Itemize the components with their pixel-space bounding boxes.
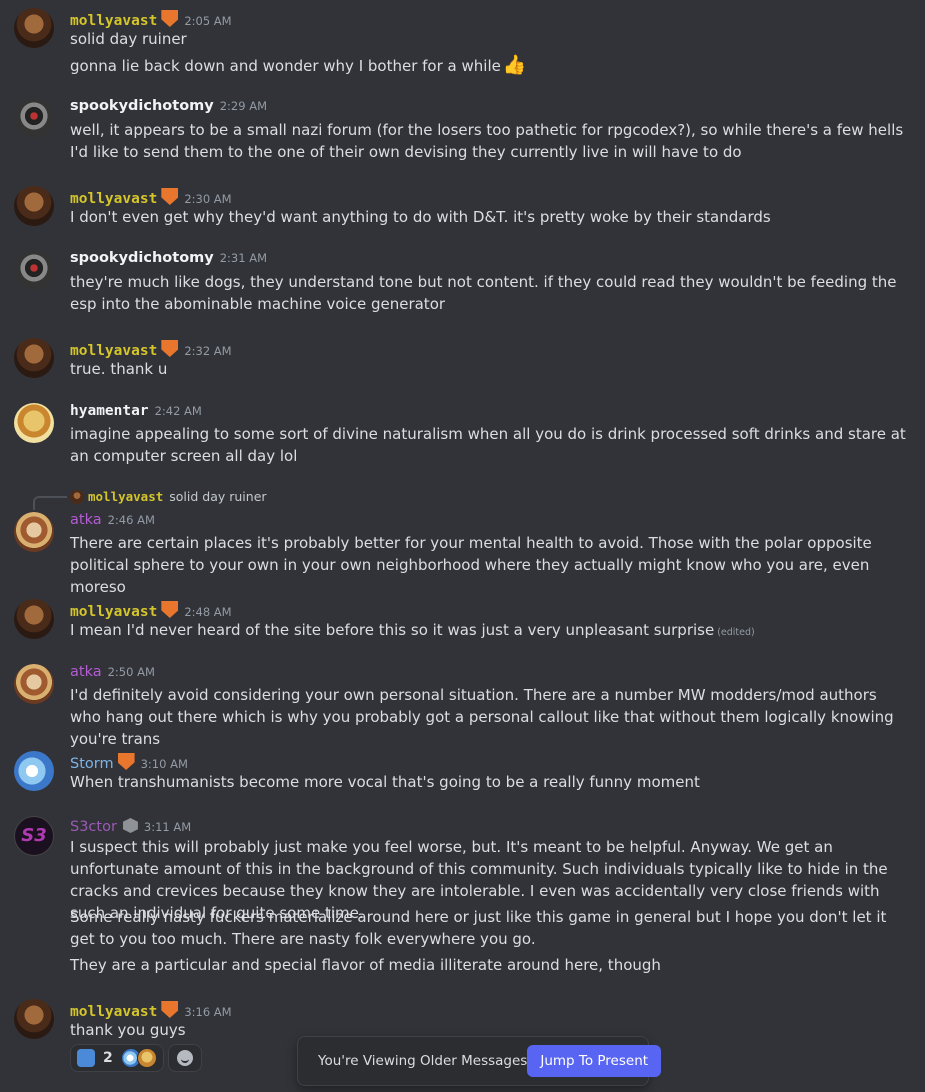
reply-connector: [33, 496, 67, 510]
message-header: spookydichotomy 2:29 AM: [70, 98, 267, 114]
avatar[interactable]: S3: [14, 816, 54, 856]
message-text: When transhumanists become more vocal th…: [70, 773, 700, 791]
message-text: I mean I'd never heard of the site befor…: [70, 619, 910, 644]
message-text-content: gonna lie back down and wonder why I bot…: [70, 57, 501, 75]
reply-username[interactable]: mollyavast: [88, 489, 163, 504]
message-text: well, it appears to be a small nazi foru…: [70, 121, 904, 161]
message-text: solid day ruiner: [70, 30, 187, 48]
username[interactable]: spookydichotomy: [70, 98, 214, 114]
thumbs-up-emoji-icon: 👍: [502, 54, 527, 76]
avatar[interactable]: [14, 999, 54, 1039]
message-header: hyamentar 2:42 AM: [70, 403, 202, 419]
message-header: mollyavast 2:32 AM: [70, 338, 232, 359]
role-badge-icon: [161, 601, 179, 618]
message-text: I don't even get why they'd want anythin…: [70, 208, 771, 226]
role-badge-icon: [161, 10, 179, 27]
username[interactable]: atka: [70, 664, 102, 680]
add-reaction-button[interactable]: [167, 1044, 202, 1072]
timestamp: 2:46 AM: [107, 513, 155, 527]
message-header: spookydichotomy 2:31 AM: [70, 250, 267, 266]
avatar[interactable]: [14, 599, 54, 639]
username[interactable]: spookydichotomy: [70, 250, 214, 266]
message-text: I'd definitely avoid considering your ow…: [70, 686, 894, 748]
older-messages-bar: You're Viewing Older Messages Jump To Pr…: [297, 1036, 662, 1086]
older-messages-text: You're Viewing Older Messages: [318, 1053, 528, 1069]
message-text: they're much like dogs, they understand …: [70, 273, 897, 313]
username[interactable]: S3ctor: [70, 819, 117, 835]
timestamp: 2:48 AM: [184, 605, 232, 619]
role-badge-icon: [161, 188, 179, 205]
username[interactable]: mollyavast: [70, 343, 157, 359]
message-header: mollyavast 2:48 AM: [70, 599, 232, 620]
message-header: atka 2:50 AM: [70, 664, 155, 680]
message-header: Storm 3:10 AM: [70, 751, 188, 772]
avatar[interactable]: [14, 403, 54, 443]
timestamp: 2:29 AM: [219, 99, 267, 113]
clan-badge-icon: [122, 818, 138, 833]
avatar[interactable]: [14, 338, 54, 378]
message-header: mollyavast 2:05 AM: [70, 8, 232, 29]
timestamp: 2:32 AM: [184, 344, 232, 358]
message-text: gonna lie back down and wonder why I bot…: [70, 54, 910, 77]
avatar-text: S3: [21, 825, 47, 846]
username[interactable]: mollyavast: [70, 191, 157, 207]
reply-avatar: [70, 489, 84, 504]
timestamp: 3:16 AM: [184, 1005, 232, 1019]
jump-to-present-button[interactable]: Jump To Present: [527, 1045, 662, 1077]
timestamp: 2:05 AM: [184, 14, 232, 28]
username[interactable]: mollyavast: [70, 13, 157, 29]
message-text: true. thank u: [70, 360, 168, 378]
reactor-avatar: [136, 1048, 157, 1068]
reply-preview[interactable]: mollyavast solid day ruiner: [70, 489, 267, 504]
message-text: There are certain places it's probably b…: [70, 534, 872, 596]
username[interactable]: hyamentar: [70, 403, 149, 419]
timestamp: 2:50 AM: [107, 665, 155, 679]
reply-text[interactable]: solid day ruiner: [169, 489, 266, 504]
reactor-avatars: [120, 1048, 157, 1068]
avatar[interactable]: [14, 664, 54, 704]
username[interactable]: Storm: [70, 756, 114, 772]
timestamp: 2:31 AM: [219, 251, 267, 265]
role-badge-icon: [161, 340, 179, 357]
smiley-icon: [176, 1050, 193, 1066]
message-header: mollyavast 2:30 AM: [70, 186, 232, 207]
timestamp: 3:11 AM: [143, 820, 192, 834]
timestamp: 2:42 AM: [154, 404, 202, 418]
message-text-content: I mean I'd never heard of the site befor…: [70, 621, 715, 639]
username[interactable]: atka: [70, 512, 102, 528]
message-header: S3ctor 3:11 AM: [70, 816, 191, 835]
avatar[interactable]: [14, 751, 54, 791]
reactions-bar: 2: [70, 1044, 202, 1072]
message-text: They are a particular and special flavor…: [70, 956, 661, 974]
message-header: atka 2:46 AM: [70, 512, 155, 528]
message-header: mollyavast 3:16 AM: [70, 999, 232, 1020]
avatar[interactable]: [14, 8, 54, 48]
reaction-pill[interactable]: 2: [70, 1044, 164, 1072]
edited-label: (edited): [717, 627, 755, 638]
timestamp: 2:30 AM: [184, 192, 232, 206]
message-text: imagine appealing to some sort of divine…: [70, 425, 906, 465]
timestamp: 3:10 AM: [140, 757, 188, 771]
avatar[interactable]: [14, 250, 54, 290]
custom-emoji-icon: [77, 1049, 95, 1067]
role-badge-icon: [117, 753, 135, 770]
role-badge-icon: [161, 1001, 179, 1018]
username[interactable]: mollyavast: [70, 604, 157, 620]
avatar[interactable]: [14, 512, 54, 552]
avatar[interactable]: [14, 186, 54, 226]
message-text: Some really nasty fuckers materialize ar…: [70, 908, 887, 948]
reaction-count: 2: [103, 1050, 113, 1066]
avatar[interactable]: [14, 98, 54, 138]
username[interactable]: mollyavast: [70, 1004, 157, 1020]
